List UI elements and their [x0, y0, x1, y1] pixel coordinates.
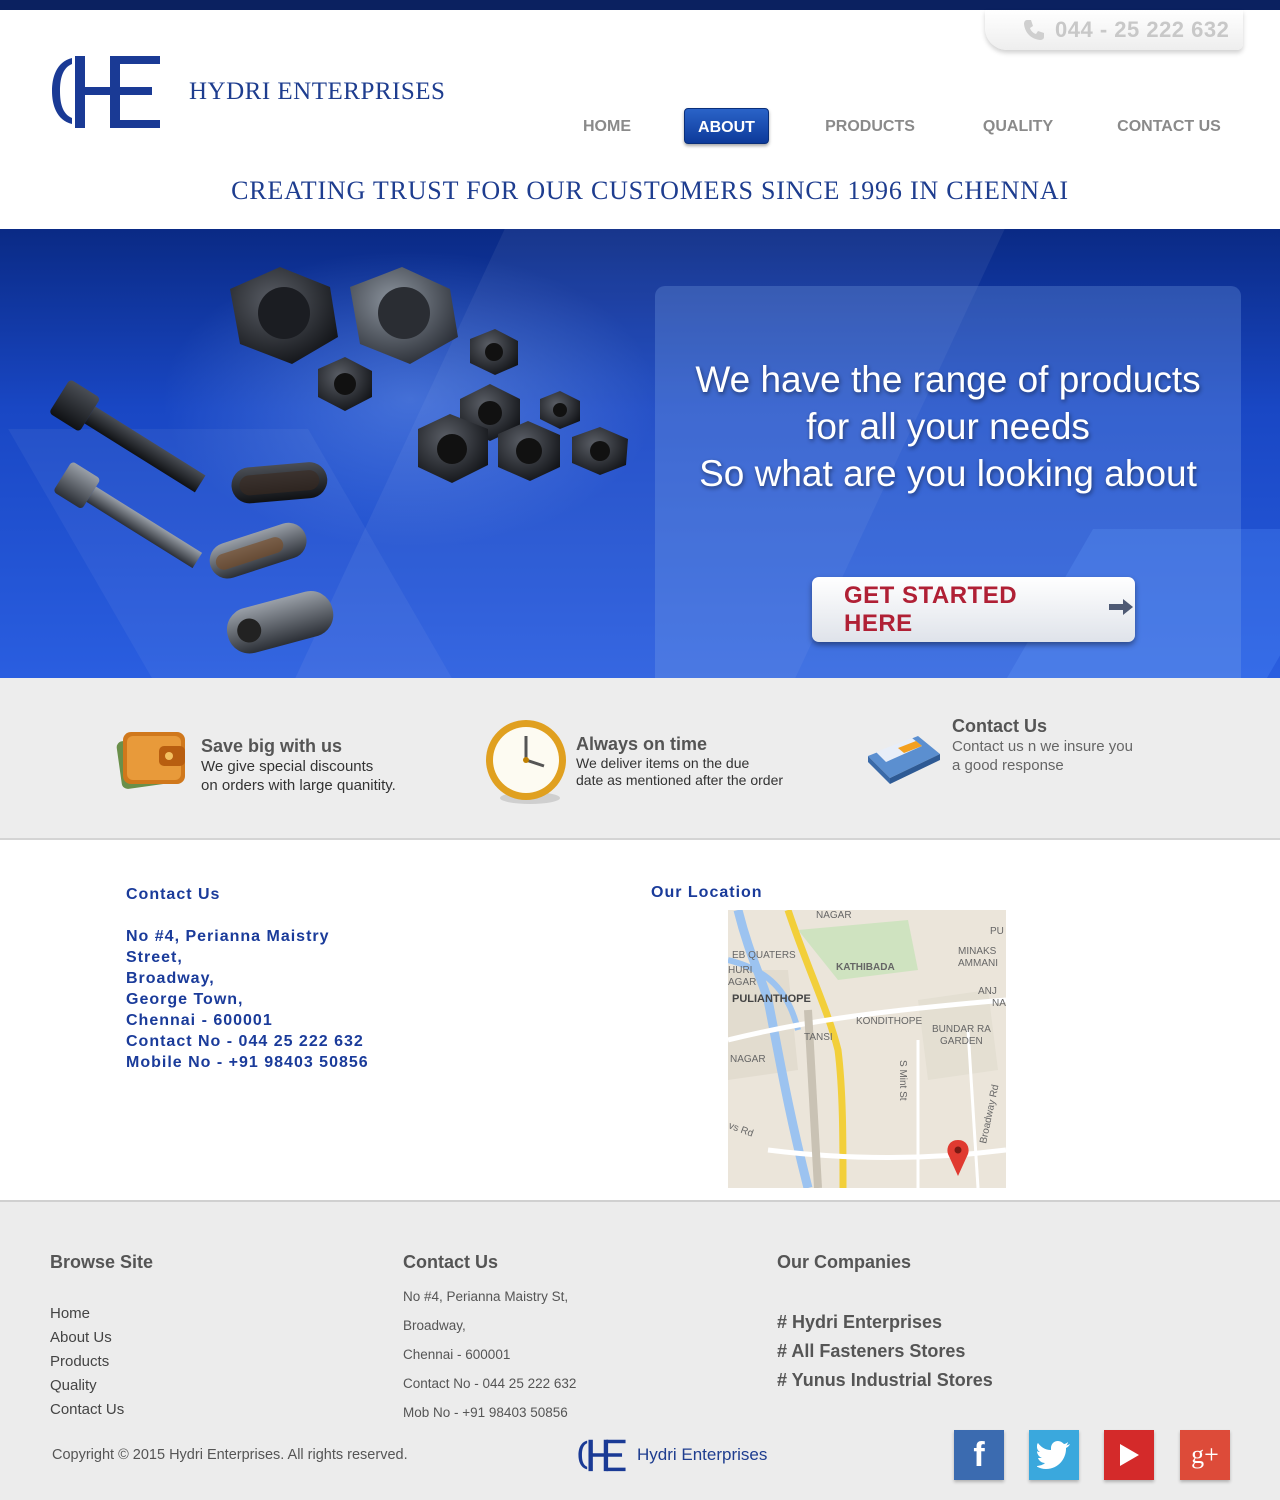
feature-save-desc-2: on orders with large quanitity. [201, 777, 396, 794]
copyright-text: Copyright © 2015 Hydri Enterprises. All … [52, 1447, 408, 1463]
feature-on-time-desc-1: We deliver items on the due [576, 755, 750, 771]
feature-save-desc-1: We give special discounts [201, 758, 374, 775]
info-section: Contact Us No #4, Perianna Maistry Stree… [0, 842, 1280, 1200]
footer-contact-title: Contact Us [403, 1252, 499, 1272]
facebook-glyph: f [973, 1435, 985, 1474]
svg-text:BUNDAR RA: BUNDAR RA [932, 1024, 991, 1035]
facebook-icon[interactable]: f [954, 1430, 1004, 1480]
feature-save-title: Save big with us [201, 736, 343, 756]
companies-list: # Hydri Enterprises # All Fasteners Stor… [777, 1308, 993, 1395]
hero-line-2: for all your needs [806, 406, 1090, 447]
page-tagline: CREATING TRUST FOR OUR CUSTOMERS SINCE 1… [231, 176, 1069, 205]
hero-line-3: So what are you looking about [699, 453, 1197, 494]
company-item: # Yunus Industrial Stores [777, 1370, 993, 1390]
feature-on-time: Always on time We deliver items on the d… [484, 718, 783, 808]
footer-contact-lines: No #4, Perianna Maistry St, Broadway, Ch… [403, 1282, 576, 1427]
svg-text:ANJ: ANJ [978, 986, 997, 997]
header-phone-number: 044 - 25 222 632 [1055, 17, 1230, 42]
svg-text:KATHIBADA: KATHIBADA [836, 962, 895, 973]
browse-site-title: Browse Site [50, 1252, 154, 1272]
svg-text:AGAR: AGAR [728, 977, 756, 988]
contact-number: Contact No - 044 25 222 632 [126, 1033, 364, 1050]
arrow-right-icon [1107, 597, 1135, 622]
address-line: Chennai - 600001 [126, 1012, 273, 1029]
hero-panel: We have the range of products for all yo… [655, 286, 1241, 678]
footer-browse-links: Home About Us Products Quality Contact U… [50, 1302, 124, 1422]
feature-on-time-desc-2: date as mentioned after the order [576, 772, 784, 788]
footer-link-about[interactable]: About Us [50, 1326, 124, 1350]
nav-contact-us[interactable]: CONTACT US [1108, 108, 1230, 144]
logo-mark-icon [578, 1439, 626, 1472]
address-line: Street, [126, 949, 183, 966]
svg-text:NA: NA [992, 998, 1006, 1009]
hero-line-1: We have the range of products [695, 359, 1201, 400]
svg-text:NAGAR: NAGAR [730, 1054, 766, 1065]
hero-heading: We have the range of products for all yo… [655, 356, 1241, 497]
footer-contact-line: Mob No - +91 98403 50856 [403, 1405, 568, 1420]
svg-text:AMMANI: AMMANI [958, 958, 998, 969]
company-item: # All Fasteners Stores [777, 1341, 966, 1361]
feature-on-time-title: Always on time [576, 734, 708, 754]
phone-icon [1021, 17, 1047, 43]
feature-contact-desc-1: Contact us n we insure you [952, 738, 1133, 755]
svg-text:PU: PU [990, 926, 1004, 937]
feature-contact-title: Contact Us [952, 716, 1048, 736]
svg-text:TANSI: TANSI [804, 1032, 833, 1043]
company-logo[interactable] [50, 52, 162, 130]
svg-text:MINAKS: MINAKS [958, 946, 997, 957]
mobile-number: Mobile No - +91 98403 50856 [126, 1054, 369, 1071]
phone-tab: 044 - 25 222 632 [985, 10, 1243, 50]
features-strip: Save big with us We give special discoun… [0, 678, 1280, 840]
footer-logo-name: Hydri Enterprises [637, 1445, 768, 1464]
feature-contact: Contact Us Contact us n we insure you a … [862, 716, 1133, 792]
location-title: Our Location [651, 884, 763, 901]
svg-text:HURI: HURI [728, 965, 752, 976]
address-line: Broadway, [126, 970, 215, 987]
fasteners-image [50, 267, 628, 654]
feature-save: Save big with us We give special discoun… [113, 718, 396, 798]
footer-link-home[interactable]: Home [50, 1302, 124, 1326]
calculator-phone-icon [862, 722, 944, 792]
hero-banner: We have the range of products for all yo… [0, 229, 1280, 678]
get-started-label: GET STARTED HERE [844, 581, 1018, 637]
twitter-icon[interactable] [1029, 1430, 1079, 1480]
footer-contact-line: Broadway, [403, 1318, 466, 1333]
wallet-icon [113, 718, 193, 798]
footer-link-quality[interactable]: Quality [50, 1374, 124, 1398]
svg-text:GARDEN: GARDEN [940, 1036, 983, 1047]
footer-contact-line: No #4, Perianna Maistry St, [403, 1289, 569, 1304]
feature-contact-desc-2: a good response [952, 757, 1064, 774]
footer-link-contact[interactable]: Contact Us [50, 1398, 124, 1422]
google-plus-glyph: g+ [1191, 1440, 1219, 1469]
top-bar [0, 0, 1280, 10]
footer-logo[interactable]: Hydri Enterprises [577, 1438, 767, 1472]
footer-contact-line: Chennai - 600001 [403, 1347, 511, 1362]
clock-icon [484, 718, 570, 808]
our-companies-title: Our Companies [777, 1252, 912, 1272]
nav-about[interactable]: ABOUT [684, 108, 769, 144]
company-item: # Hydri Enterprises [777, 1312, 943, 1332]
nav-home[interactable]: HOME [560, 108, 654, 144]
nav-products[interactable]: PRODUCTS [815, 108, 925, 144]
get-started-button[interactable]: GET STARTED HERE [812, 577, 1135, 642]
nav-quality[interactable]: QUALITY [972, 108, 1064, 144]
svg-text:S Mint St: S Mint St [897, 1060, 908, 1101]
contact-title: Contact Us [126, 886, 221, 903]
location-map[interactable]: NAGAR EB QUATERS KATHIBADA HURI AGAR PUL… [728, 910, 1006, 1188]
youtube-icon[interactable] [1104, 1430, 1154, 1480]
svg-text:EB QUATERS: EB QUATERS [732, 950, 796, 961]
svg-text:NAGAR: NAGAR [816, 910, 852, 921]
contact-address-block: Contact Us No #4, Perianna Maistry Stree… [126, 884, 369, 1073]
footer-link-products[interactable]: Products [50, 1350, 124, 1374]
address-line: No #4, Perianna Maistry [126, 928, 330, 945]
company-name: HYDRI ENTERPRISES [189, 78, 446, 105]
address-line: George Town, [126, 991, 244, 1008]
logo-mark-icon [52, 56, 160, 128]
svg-text:KONDITHOPE: KONDITHOPE [856, 1016, 922, 1027]
site-footer: Browse Site Home About Us Products Quali… [0, 1200, 1280, 1500]
svg-text:PULIANTHOPE: PULIANTHOPE [732, 993, 811, 1005]
footer-contact-line: Contact No - 044 25 222 632 [403, 1376, 577, 1391]
google-plus-icon[interactable]: g+ [1180, 1430, 1230, 1480]
